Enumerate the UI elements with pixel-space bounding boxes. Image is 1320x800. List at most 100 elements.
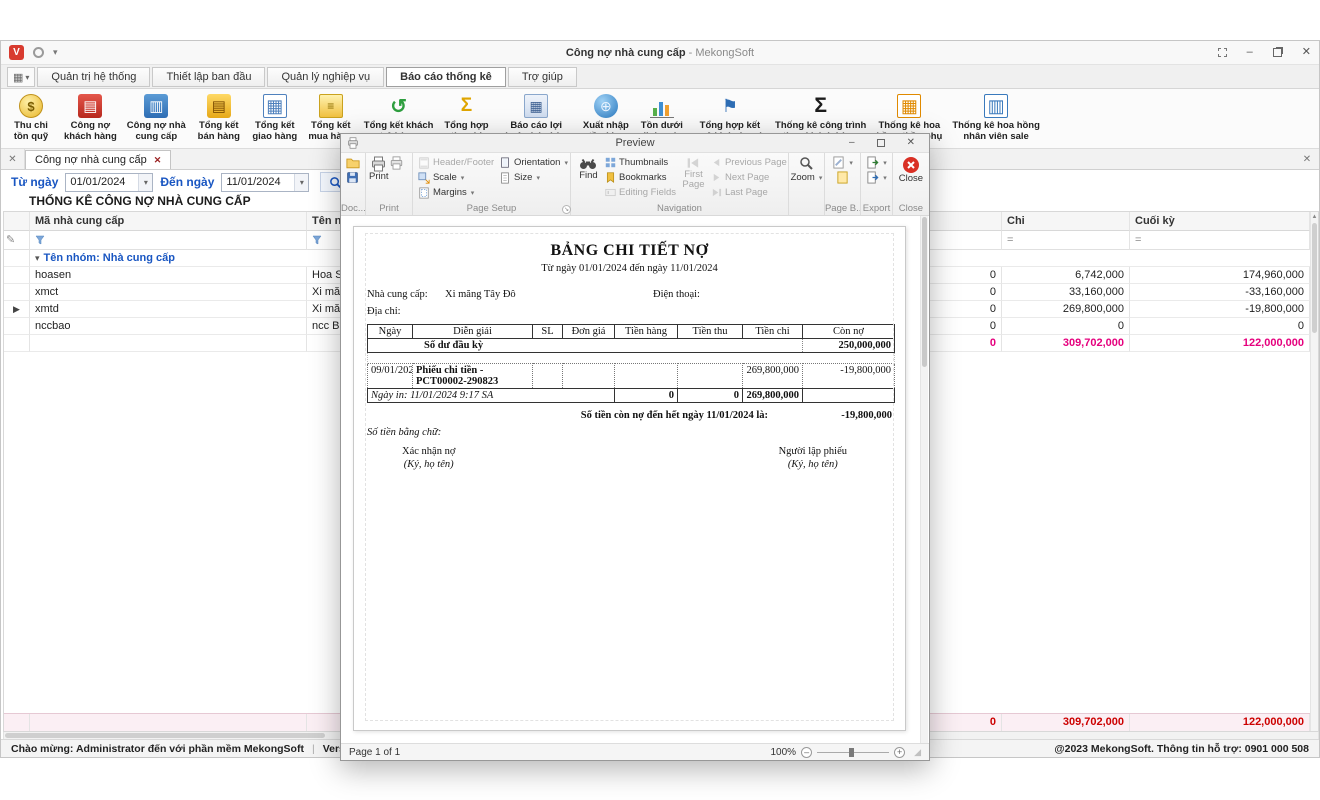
dialog-maximize-button[interactable] [877, 139, 885, 147]
to-date-field[interactable]: 11/01/2024 ▾ [221, 173, 309, 192]
title-bar: V ▾ Công nợ nhà cung cấp - MekongSoft – … [1, 41, 1319, 65]
supplier-debt-icon [144, 94, 168, 118]
scroll-up-icon[interactable]: ▲ [1311, 212, 1318, 222]
column-header-cuoiky[interactable]: Cuối kỳ [1130, 212, 1310, 231]
previous-page-button[interactable]: Previous Page [709, 155, 785, 170]
zoom-in-button[interactable]: + [894, 747, 905, 758]
filter-indicator: ✎ [4, 231, 30, 250]
first-page-button[interactable]: First Page [678, 155, 709, 200]
toolbar-tong-ket-giao-hang[interactable]: Tổng kết giao hàng [247, 92, 303, 145]
preview-vertical-scrollbar[interactable] [920, 216, 928, 743]
vertical-scrollbar[interactable]: ▲ [1310, 212, 1318, 731]
dialog-close-button[interactable]: ✕ [907, 138, 915, 148]
dialog-launcher-icon[interactable]: ↘ [562, 205, 571, 214]
tab-strip-close-icon[interactable]: ✕ [1295, 149, 1319, 169]
from-date-field[interactable]: 01/01/2024 ▾ [65, 173, 153, 192]
dialog-minimize-button[interactable]: – [849, 138, 855, 148]
customer-returns-icon [387, 94, 411, 118]
printer-icon [389, 156, 404, 170]
scrollbar-thumb[interactable] [1312, 223, 1317, 333]
zoom-slider-thumb[interactable] [849, 748, 854, 757]
print-preview-dialog: Preview – ✕ Doc... Print [340, 133, 930, 761]
purchase-summary-icon [319, 94, 343, 118]
toolbar-cong-no-khach-hang[interactable]: Công nợ khách hàng [59, 92, 122, 145]
menu-tab-bao-cao-thong-ke[interactable]: Báo cáo thống kê [386, 67, 506, 87]
close-tab-icon[interactable]: ✕ [154, 155, 162, 166]
coins-icon [19, 94, 43, 118]
app-menu-button[interactable]: ▦ ▾ [7, 67, 35, 87]
toolbar-hoa-hong-nhan-vien-sale[interactable]: Thống kê hoa hồng nhân viên sale [947, 92, 1045, 145]
column-header-code[interactable]: Mã nhà cung cấp [30, 212, 307, 231]
close-all-tabs-icon[interactable]: ✕ [1, 149, 25, 169]
next-page-icon [711, 172, 722, 183]
last-page-icon [711, 187, 722, 198]
thumbnails-button[interactable]: Thumbnails [603, 155, 678, 170]
bookmarks-button[interactable]: Bookmarks [603, 170, 678, 185]
export-document-button[interactable] [864, 155, 889, 170]
scale-icon [418, 172, 430, 184]
open-document-button[interactable] [344, 155, 362, 170]
header-indicator [4, 212, 30, 231]
toolbar-tong-ket-ban-hang[interactable]: Tổng kết bán hàng [191, 92, 247, 145]
editing-fields-icon [605, 187, 616, 198]
filter-cell-code[interactable] [30, 231, 307, 250]
group-collapse-icon[interactable]: ▾ [35, 253, 40, 263]
filter-funnel-icon[interactable] [312, 235, 322, 245]
toolbar-thu-chi-ton-quy[interactable]: Thu chi tồn quỹ [3, 92, 59, 145]
magnifier-icon [799, 156, 813, 170]
quick-access-caret-icon[interactable]: ▾ [53, 47, 58, 58]
quick-print-button[interactable] [389, 155, 404, 182]
binoculars-icon [579, 156, 597, 171]
watermark-button[interactable] [830, 155, 855, 170]
close-button[interactable]: ✕ [1302, 47, 1311, 58]
resize-grip-icon[interactable]: ◢ [914, 747, 921, 758]
table-header-row: Ngày Diễn giải SL Đơn giá Tiền hàng Tiền… [368, 325, 895, 339]
editing-fields-button[interactable]: Editing Fields [603, 185, 678, 200]
page-size-icon [499, 172, 511, 184]
size-button[interactable]: Size [497, 170, 567, 185]
next-page-button[interactable]: Next Page [709, 170, 785, 185]
filter-funnel-icon[interactable] [35, 235, 45, 245]
find-button[interactable]: Find [574, 155, 603, 200]
minimize-button[interactable]: – [1247, 47, 1253, 58]
zoom-dropdown-button[interactable]: Zoom [789, 170, 825, 185]
menu-tab-quan-ly-nghiep-vu[interactable]: Quản lý nghiệp vụ [267, 67, 384, 87]
fullscreen-button[interactable] [1218, 48, 1227, 57]
scrollbar-thumb[interactable] [5, 733, 325, 738]
zoom-value: 100% [771, 747, 797, 758]
zoom-tool-button[interactable] [797, 155, 815, 170]
supplier-value: Xi măng Tây Đô [445, 289, 516, 300]
scrollbar-thumb[interactable] [922, 217, 927, 367]
maximize-button[interactable] [1273, 48, 1282, 57]
chevron-down-icon[interactable]: ▾ [138, 174, 152, 191]
last-page-button[interactable]: Last Page [709, 185, 785, 200]
header-footer-icon [418, 157, 430, 169]
tab-cong-no-nha-cung-cap[interactable]: Công nợ nhà cung cấp ✕ [25, 150, 171, 169]
document-page: BẢNG CHI TIẾT NỢ Từ ngày 01/01/2024 đến … [353, 226, 906, 731]
save-document-button[interactable] [344, 170, 362, 185]
header-footer-button[interactable]: Header/Footer [416, 155, 497, 170]
menu-tab-quan-tri-he-thong[interactable]: Quản trị hệ thống [37, 67, 150, 87]
menu-tab-tro-giup[interactable]: Trợ giúp [508, 67, 577, 87]
orientation-button[interactable]: Orientation [497, 155, 567, 170]
record-icon[interactable] [33, 47, 44, 58]
chevron-down-icon[interactable]: ▾ [294, 174, 308, 191]
print-button[interactable]: Print [369, 155, 389, 182]
dialog-title-bar: Preview – ✕ [341, 134, 929, 153]
send-email-button[interactable] [864, 170, 889, 185]
margins-button[interactable]: Margins [416, 185, 497, 200]
filter-cell-cuoiky[interactable]: = [1130, 231, 1310, 250]
from-date-label: Từ ngày [11, 175, 58, 189]
supplier-label: Nhà cung cấp: [367, 289, 428, 300]
document-subtitle: Từ ngày 01/01/2024 đến ngày 11/01/2024 [354, 263, 905, 274]
filter-cell-chi[interactable]: = [1002, 231, 1130, 250]
scale-button[interactable]: Scale [416, 170, 497, 185]
column-header-chi[interactable]: Chi [1002, 212, 1130, 231]
zoom-out-button[interactable]: – [801, 747, 812, 758]
page-color-button[interactable] [834, 170, 851, 185]
close-preview-button[interactable]: Close [896, 155, 926, 184]
menu-tab-thiet-lap-ban-dau[interactable]: Thiết lập ban đầu [152, 67, 265, 87]
toolbar-cong-no-nha-cung-cap[interactable]: Công nợ nhà cung cấp [122, 92, 191, 145]
customer-debt-icon [78, 94, 102, 118]
zoom-slider[interactable] [817, 747, 889, 758]
